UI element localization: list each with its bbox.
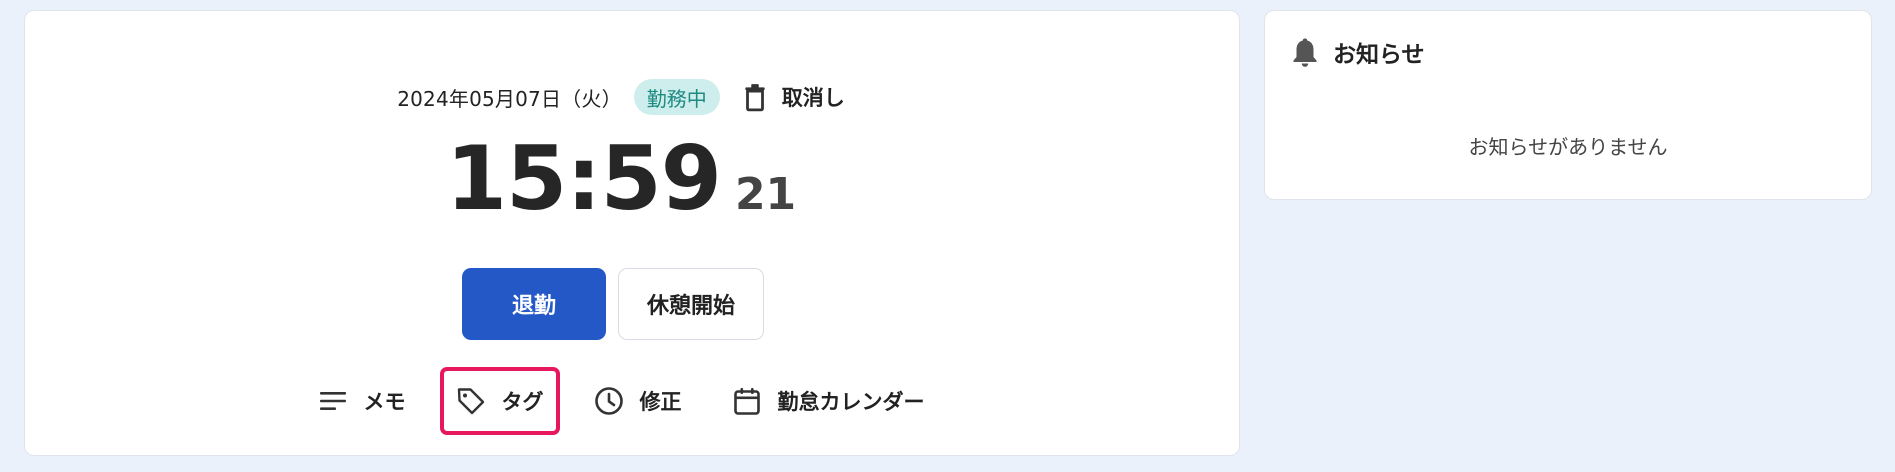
status-row: 2024年05月07日（火） 勤務中 取消し [25, 79, 1239, 115]
cancel-button[interactable]: 取消し [742, 82, 845, 112]
clock-time: 15:59 [445, 127, 722, 230]
calendar-button[interactable]: 勤怠カレンダー [716, 367, 941, 435]
memo-label: メモ [363, 390, 406, 414]
notice-title: お知らせ [1333, 42, 1425, 68]
notice-card: お知らせ お知らせがありません [1264, 10, 1872, 200]
edit-button[interactable]: 修正 [578, 367, 698, 435]
break-start-button[interactable]: 休憩開始 [618, 268, 764, 340]
current-date: 2024年05月07日（火） [397, 86, 622, 111]
trash-icon [745, 84, 765, 112]
calendar-icon [733, 388, 760, 415]
clock-icon [594, 387, 623, 415]
clock-display: 15:59 21 [25, 135, 1239, 223]
clock-seconds: 21 [734, 169, 797, 220]
calendar-label: 勤怠カレンダー [777, 390, 925, 414]
tag-button[interactable]: タグ [439, 367, 560, 435]
tag-label: タグ [501, 390, 544, 414]
edit-label: 修正 [639, 390, 682, 414]
bell-icon [1293, 38, 1317, 67]
notice-empty-message: お知らせがありません [1468, 135, 1668, 159]
clock-out-button[interactable]: 退勤 [462, 268, 606, 340]
lines-icon [319, 392, 346, 410]
attendance-card: 2024年05月07日（火） 勤務中 取消し 15:59 21 退勤 休憩開始 … [24, 10, 1240, 456]
tool-bar: メモ タグ 修正 勤怠カレンダー [25, 367, 1239, 435]
tag-icon [457, 388, 484, 415]
punch-actions: 退勤 休憩開始 [25, 268, 1239, 340]
notice-header: お知らせ [1291, 35, 1425, 69]
status-badge: 勤務中 [633, 79, 720, 115]
memo-button[interactable]: メモ [302, 367, 422, 435]
cancel-label: 取消し [781, 86, 845, 110]
